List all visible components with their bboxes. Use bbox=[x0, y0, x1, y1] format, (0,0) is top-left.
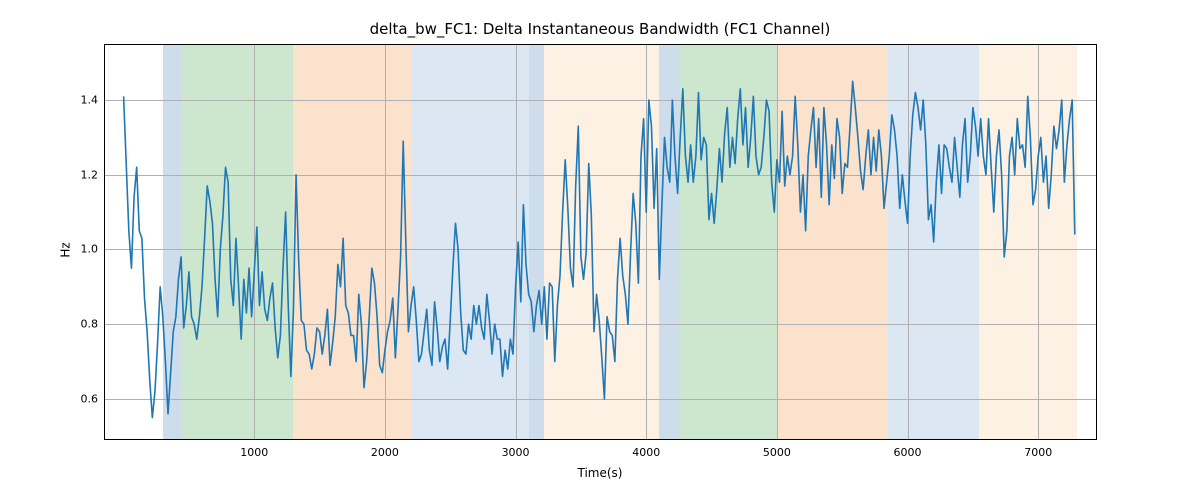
x-tick-label: 7000 bbox=[1024, 446, 1052, 459]
x-tick-label: 5000 bbox=[763, 446, 791, 459]
chart-title: delta_bw_FC1: Delta Instantaneous Bandwi… bbox=[0, 20, 1200, 38]
x-tick-label: 3000 bbox=[502, 446, 530, 459]
y-tick-label: 1.0 bbox=[58, 243, 98, 256]
y-tick-label: 0.6 bbox=[58, 392, 98, 405]
line-series bbox=[104, 44, 1097, 440]
x-axis-label: Time(s) bbox=[0, 466, 1200, 480]
y-tick-label: 1.2 bbox=[58, 168, 98, 181]
x-tick-label: 1000 bbox=[240, 446, 268, 459]
chart-container: delta_bw_FC1: Delta Instantaneous Bandwi… bbox=[0, 0, 1200, 500]
x-tick-label: 2000 bbox=[371, 446, 399, 459]
y-tick-label: 0.8 bbox=[58, 318, 98, 331]
x-tick-label: 6000 bbox=[894, 446, 922, 459]
y-tick-label: 1.4 bbox=[58, 94, 98, 107]
x-tick-label: 4000 bbox=[632, 446, 660, 459]
plot-area bbox=[104, 44, 1097, 440]
